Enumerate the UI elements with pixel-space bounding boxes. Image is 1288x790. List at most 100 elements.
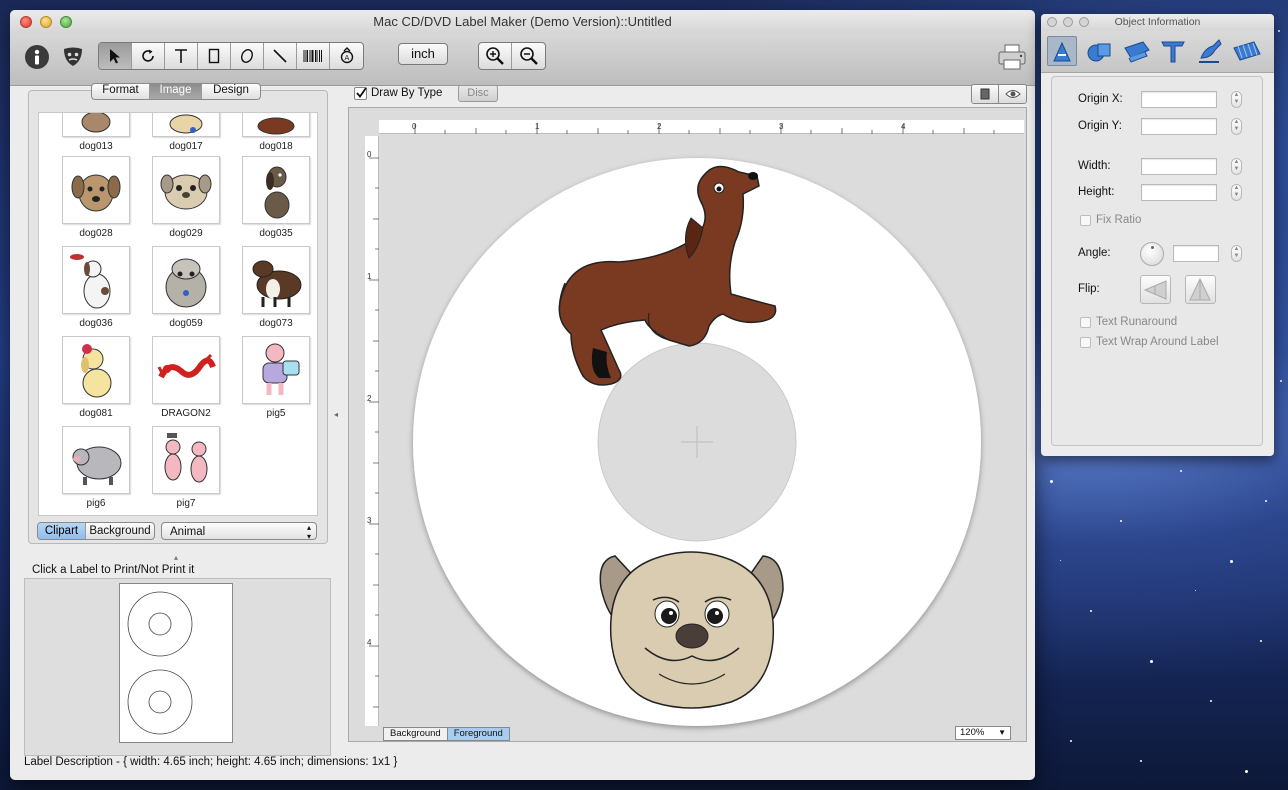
rotate-icon — [142, 49, 154, 62]
tab-layer-foreground[interactable]: Foreground — [447, 728, 509, 740]
category-select[interactable]: Animal ▴ ▾ — [161, 522, 317, 541]
tab-format[interactable]: Format — [92, 84, 150, 99]
tab-text[interactable] — [1158, 36, 1188, 66]
width-input[interactable] — [1141, 158, 1217, 175]
angle-input[interactable] — [1173, 245, 1219, 262]
minimize-window-button[interactable] — [40, 16, 52, 28]
close-window-button[interactable] — [20, 16, 32, 28]
text-style-icon — [1161, 41, 1185, 63]
title-bar: Mac CD/DVD Label Maker (Demo Version)::U… — [10, 10, 1035, 34]
zoom-out-icon — [519, 47, 538, 65]
barcode-icon — [303, 50, 322, 62]
flip-horizontal-button[interactable] — [1140, 275, 1171, 304]
zoom-out-button[interactable] — [512, 43, 545, 69]
zoom-window-button[interactable] — [60, 16, 72, 28]
angle-stepper[interactable]: ▲ ▼ — [1231, 245, 1242, 262]
rectangle-tool-button[interactable] — [198, 43, 231, 69]
clipart-item[interactable]: dog059 — [151, 246, 221, 329]
draw-by-type-label: Draw By Type — [371, 87, 443, 99]
select-tool-button[interactable] — [99, 43, 132, 69]
tab-effects[interactable] — [1195, 36, 1225, 66]
height-input[interactable] — [1141, 184, 1217, 201]
clipart-item[interactable]: dog017 — [151, 113, 221, 152]
tab-arrange[interactable] — [1232, 36, 1262, 66]
clipart-thumbnail — [152, 336, 220, 404]
zoom-panel-button[interactable] — [1079, 17, 1089, 27]
canvas-header: Draw By Type Disc — [348, 84, 1035, 106]
text-runaround-checkbox[interactable] — [1080, 317, 1091, 328]
rotate-tool-button[interactable] — [132, 43, 165, 69]
text-icon — [175, 49, 187, 63]
clipart-item[interactable]: dog035 — [241, 156, 311, 239]
clipart-item[interactable]: dog028 — [61, 156, 131, 239]
width-stepper[interactable]: ▲ ▼ — [1231, 158, 1242, 175]
origin-x-stepper[interactable]: ▲ ▼ — [1231, 91, 1242, 108]
pug-image[interactable] — [599, 551, 784, 709]
fix-ratio-checkbox[interactable] — [1080, 215, 1091, 226]
line-tool-button[interactable] — [264, 43, 297, 69]
origin-x-input[interactable] — [1141, 91, 1217, 108]
height-stepper[interactable]: ▲ ▼ — [1231, 184, 1242, 201]
curved-text-tool-button[interactable]: A — [330, 43, 363, 69]
origin-y-input[interactable] — [1141, 118, 1217, 135]
clipart-item[interactable]: DRAGON2 — [151, 336, 221, 419]
unit-button[interactable]: inch — [398, 43, 448, 65]
clipart-item[interactable]: dog013 — [61, 113, 131, 152]
design-canvas[interactable]: 0 1 2 3 4 0 1 2 3 4 Background Foregroun… — [348, 107, 1027, 742]
category-value: Animal — [170, 526, 206, 538]
tab-background[interactable]: Background — [86, 523, 154, 539]
page-icon — [980, 88, 990, 100]
tab-image[interactable]: Image — [150, 84, 202, 99]
layer-tabs: Background Foreground — [383, 727, 510, 741]
svg-text:A: A — [344, 54, 349, 62]
clipart-item[interactable]: dog081 — [61, 336, 131, 419]
disc-label-art[interactable] — [349, 108, 1027, 742]
clipart-item[interactable]: pig5 — [241, 336, 311, 419]
draw-by-type-checkbox[interactable] — [354, 87, 367, 100]
clipart-item[interactable]: dog036 — [61, 246, 131, 329]
angle-label: Angle: — [1078, 247, 1111, 259]
tab-clipart[interactable]: Clipart — [38, 523, 86, 539]
tab-position[interactable] — [1047, 36, 1077, 66]
clipart-item[interactable]: dog029 — [151, 156, 221, 239]
origin-y-stepper[interactable]: ▲ ▼ — [1231, 118, 1242, 135]
barcode-tool-button[interactable] — [297, 43, 330, 69]
page-view-button[interactable] — [972, 85, 999, 103]
tab-shape[interactable] — [1084, 36, 1114, 66]
ellipse-tool-button[interactable] — [231, 43, 264, 69]
minimize-panel-button[interactable] — [1063, 17, 1073, 27]
zoom-select[interactable]: 120% ▼ — [955, 726, 1011, 740]
clipart-item[interactable]: pig7 — [151, 426, 221, 509]
clipart-item[interactable]: dog018 — [241, 113, 311, 152]
print-button[interactable] — [994, 42, 1030, 72]
info-icon — [25, 45, 49, 69]
text-tool-button[interactable] — [165, 43, 198, 69]
zoom-in-button[interactable] — [479, 43, 512, 69]
flip-vertical-button[interactable] — [1185, 275, 1216, 304]
text-wrap-checkbox[interactable] — [1080, 337, 1091, 348]
angle-dial[interactable] — [1140, 242, 1164, 266]
splitter-handle[interactable]: ◂ — [334, 410, 338, 419]
clipart-label: pig7 — [176, 498, 196, 509]
tab-layer-background[interactable]: Background — [384, 728, 448, 740]
info-button[interactable] — [22, 42, 52, 72]
text-wrap-label: Text Wrap Around Label — [1096, 336, 1219, 348]
origin-x-label: Origin X: — [1078, 93, 1123, 105]
clipart-thumbnail — [242, 246, 310, 314]
splitter-handle[interactable]: ▴ — [174, 553, 178, 562]
label-sheet-preview[interactable] — [119, 583, 233, 743]
clipart-label: dog073 — [259, 318, 293, 329]
preview-button[interactable] — [999, 85, 1026, 103]
tab-fill[interactable] — [1121, 36, 1151, 66]
clipart-thumbnail — [242, 336, 310, 404]
theater-mask-button[interactable] — [58, 42, 88, 72]
disc-button[interactable]: Disc — [458, 85, 498, 102]
close-panel-button[interactable] — [1047, 17, 1057, 27]
tab-design[interactable]: Design — [202, 84, 260, 99]
clipart-thumbnail — [242, 156, 310, 224]
clipart-label: dog018 — [259, 141, 293, 152]
clipart-item[interactable]: pig6 — [61, 426, 131, 509]
shapes-icon — [1087, 43, 1111, 62]
clipart-item[interactable]: dog073 — [241, 246, 311, 329]
clipart-grid[interactable]: dog013 dog017 dog018 dog028 dog029 dog03… — [38, 112, 318, 516]
